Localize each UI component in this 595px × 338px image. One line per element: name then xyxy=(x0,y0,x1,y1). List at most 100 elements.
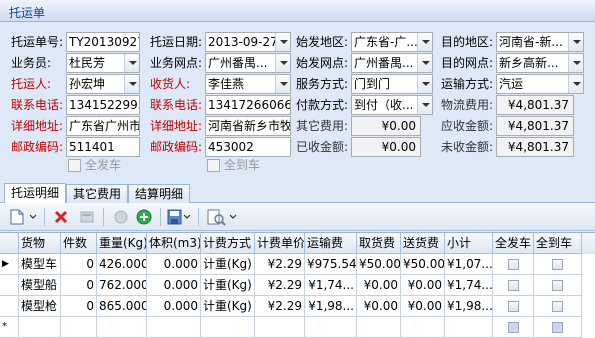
column-header[interactable]: 全到车 xyxy=(534,233,582,254)
consignee-select[interactable]: 李佳燕 xyxy=(205,74,291,94)
cell-transport-fee[interactable]: ¥1,98... xyxy=(305,296,357,317)
cell-weight[interactable]: 762.000 xyxy=(97,275,147,296)
column-header[interactable]: 取货费 xyxy=(357,233,401,254)
consignee-zip-field[interactable]: 453002 xyxy=(205,137,291,157)
chevron-down-icon[interactable] xyxy=(417,33,432,51)
plus-circle-icon[interactable] xyxy=(135,208,153,226)
delete-icon[interactable] xyxy=(52,208,70,226)
cell-unit-price[interactable]: ¥2.29 xyxy=(255,296,305,317)
cell-billing-mode[interactable]: 计重(Kg) xyxy=(201,275,255,296)
shipper-phone-field[interactable]: 13415229933 xyxy=(66,95,140,115)
column-header[interactable]: 件数 xyxy=(61,233,97,254)
tab-other-fees[interactable]: 其它费用 xyxy=(66,184,128,203)
chevron-down-icon[interactable] xyxy=(124,54,139,72)
cell-all-arrived[interactable] xyxy=(534,317,582,338)
all-shipped-checkbox[interactable] xyxy=(68,159,81,172)
cell-pieces[interactable]: 0 xyxy=(61,254,97,275)
tab-settlement-detail[interactable]: 结算明细 xyxy=(128,184,190,203)
checkbox[interactable] xyxy=(552,259,563,270)
table-row[interactable]: 模型枪 0 865.000 0.000 计重(Kg) ¥2.29 ¥1,98..… xyxy=(0,296,595,317)
checkbox[interactable] xyxy=(508,280,519,291)
consign-no-field[interactable]: TY201309270 xyxy=(66,32,140,52)
cell-weight[interactable] xyxy=(97,317,147,338)
cell-unit-price[interactable]: ¥2.29 xyxy=(255,254,305,275)
tab-consign-detail[interactable]: 托运明细 xyxy=(4,183,66,203)
cell-unit-price[interactable]: ¥2.29 xyxy=(255,275,305,296)
cell-subtotal[interactable]: ¥1,98... xyxy=(445,296,493,317)
cell-all-arrived[interactable] xyxy=(534,296,582,317)
cell-unit-price[interactable] xyxy=(255,317,305,338)
service-mode-select[interactable]: 门到门 xyxy=(351,74,433,94)
cell-subtotal[interactable]: ¥1,74... xyxy=(445,275,493,296)
cell-volume[interactable]: 0.000 xyxy=(147,275,201,296)
chevron-down-icon[interactable] xyxy=(275,54,290,72)
column-header[interactable]: 计费方式 xyxy=(201,233,255,254)
cell-volume[interactable]: 0.000 xyxy=(147,254,201,275)
cell-billing-mode[interactable]: 计重(Kg) xyxy=(201,296,255,317)
checkbox[interactable] xyxy=(552,322,563,333)
cell-all-arrived[interactable] xyxy=(534,275,582,296)
column-header[interactable]: 全发车 xyxy=(493,233,534,254)
column-header[interactable]: 送货费 xyxy=(401,233,445,254)
chevron-down-icon[interactable] xyxy=(568,75,583,93)
cell-pickup-fee[interactable]: ¥50.00 xyxy=(357,254,401,275)
cell-transport-fee[interactable] xyxy=(305,317,357,338)
column-header[interactable]: 货物 xyxy=(19,233,61,254)
cell-weight[interactable]: 865.000 xyxy=(97,296,147,317)
new-row[interactable]: * xyxy=(0,317,595,338)
checkbox[interactable] xyxy=(552,280,563,291)
salesman-select[interactable]: 杜民芳 xyxy=(66,53,140,73)
table-row[interactable]: 模型船 0 762.000 0.000 计重(Kg) ¥2.29 ¥1,74..… xyxy=(0,275,595,296)
cell-volume[interactable] xyxy=(147,317,201,338)
chevron-down-icon[interactable] xyxy=(275,75,290,93)
cell-cargo[interactable]: 模型车 xyxy=(19,254,61,275)
chevron-down-icon[interactable] xyxy=(275,33,290,51)
cell-pickup-fee[interactable]: ¥0.00 xyxy=(357,275,401,296)
cell-all-shipped[interactable] xyxy=(493,296,534,317)
cell-pickup-fee[interactable] xyxy=(357,317,401,338)
origin-outlet-select[interactable]: 广州番禺... xyxy=(205,53,291,73)
chevron-down-icon[interactable] xyxy=(568,33,583,51)
table-row[interactable]: ▶ 模型车 0 426.000 0.000 计重(Kg) ¥2.29 ¥975.… xyxy=(0,254,595,275)
checkbox[interactable] xyxy=(508,259,519,270)
cell-all-shipped[interactable] xyxy=(493,275,534,296)
save-icon[interactable] xyxy=(166,208,192,226)
cell-all-arrived[interactable] xyxy=(534,254,582,275)
all-arrived-checkbox[interactable] xyxy=(207,159,220,172)
print-icon[interactable] xyxy=(205,208,239,226)
cell-delivery-fee[interactable]: ¥0.00 xyxy=(401,296,445,317)
shipper-zip-field[interactable]: 511401 xyxy=(66,137,140,157)
cell-delivery-fee[interactable]: ¥50.00 xyxy=(401,254,445,275)
chevron-down-icon[interactable] xyxy=(568,54,583,72)
consignee-address-field[interactable]: 河南省新乡市牧 xyxy=(205,116,291,136)
cell-transport-fee[interactable]: ¥975.54 xyxy=(305,254,357,275)
cell-cargo[interactable]: 模型船 xyxy=(19,275,61,296)
checkbox[interactable] xyxy=(552,301,563,312)
cell-billing-mode[interactable]: 计重(Kg) xyxy=(201,254,255,275)
chevron-down-icon[interactable] xyxy=(417,96,432,114)
cell-subtotal[interactable]: ¥1,07... xyxy=(445,254,493,275)
chevron-down-icon[interactable] xyxy=(417,75,432,93)
transport-mode-select[interactable]: 汽运 xyxy=(496,74,584,94)
cell-cargo[interactable]: 模型枪 xyxy=(19,296,61,317)
dest-outlet-select[interactable]: 新乡高新... xyxy=(496,53,584,73)
disabled-icon[interactable] xyxy=(78,208,96,226)
cell-delivery-fee[interactable] xyxy=(401,317,445,338)
cell-pieces[interactable]: 0 xyxy=(61,275,97,296)
cell-all-shipped[interactable] xyxy=(493,254,534,275)
column-header[interactable]: 小计 xyxy=(445,233,493,254)
cell-cargo[interactable] xyxy=(19,317,61,338)
shipper-select[interactable]: 孙宏坤 xyxy=(66,74,140,94)
cell-all-shipped[interactable] xyxy=(493,317,534,338)
origin-region-select[interactable]: 广东省-广... xyxy=(351,32,433,52)
cell-volume[interactable]: 0.000 xyxy=(147,296,201,317)
checkbox[interactable] xyxy=(508,322,519,333)
cell-pieces[interactable] xyxy=(61,317,97,338)
new-icon[interactable] xyxy=(8,208,38,226)
cell-pieces[interactable]: 0 xyxy=(61,296,97,317)
shipper-address-field[interactable]: 广东省广州市i xyxy=(66,116,140,136)
cell-subtotal[interactable] xyxy=(445,317,493,338)
dest-region-select[interactable]: 河南省-新... xyxy=(496,32,584,52)
consignee-phone-field[interactable]: 13417266066 xyxy=(205,95,291,115)
consign-date-field[interactable]: 2013-09-27 xyxy=(205,32,291,52)
